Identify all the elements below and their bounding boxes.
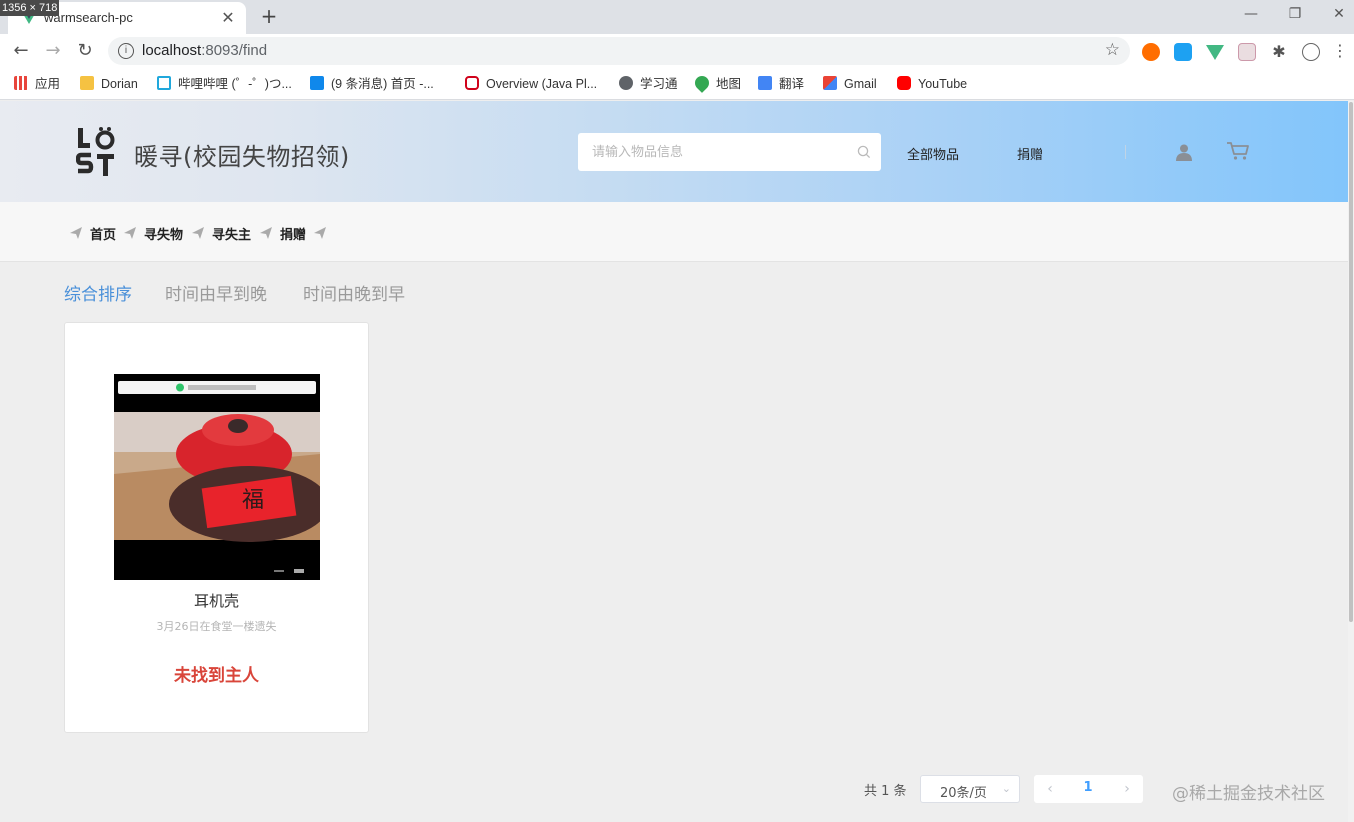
extension-screenshot-icon[interactable] (1238, 43, 1256, 61)
bookmark-zhihu[interactable]: (9 条消息) 首页 -... (310, 75, 434, 93)
youtube-icon (897, 76, 911, 90)
folder-icon (80, 76, 94, 90)
extension-hex-icon[interactable] (1174, 43, 1192, 61)
bookmark-maps[interactable]: 地图 (692, 73, 741, 93)
bookmark-star-icon[interactable]: ☆ (1105, 40, 1120, 60)
search-input[interactable] (578, 133, 848, 171)
reload-icon[interactable]: ↻ (72, 38, 98, 64)
breadcrumb-donate[interactable]: 捐赠 (280, 224, 306, 243)
cart-icon[interactable] (1226, 141, 1250, 161)
breadcrumb-find-lost[interactable]: 寻失物 (144, 224, 183, 243)
page-size-select[interactable]: 20条/页 ⌄ (920, 775, 1020, 803)
breadcrumb: 首页 寻失物 寻失主 捐赠 (0, 202, 1348, 262)
bookmark-bilibili[interactable]: 哔哩哔哩 (゜-゜)つ... (157, 75, 292, 93)
sort-time-desc[interactable]: 时间由晚到早 (303, 280, 405, 305)
maps-pin-icon (692, 73, 712, 93)
bookmark-xuexitong[interactable]: 学习通 (619, 75, 678, 93)
paper-plane-icon (314, 227, 326, 239)
scrollbar-thumb[interactable] (1349, 102, 1353, 622)
chevron-down-icon: ⌄ (1001, 782, 1011, 795)
zhihu-icon (310, 76, 324, 90)
nav-donate[interactable]: 捐赠 (1017, 144, 1043, 163)
bookmark-translate[interactable]: 翻译 (758, 75, 804, 93)
paper-plane-icon (192, 227, 204, 239)
gmail-icon (823, 76, 837, 90)
bookmark-apps[interactable]: 应用 (14, 75, 60, 93)
extensions-puzzle-icon[interactable]: ✱ (1270, 43, 1288, 61)
page-number-current[interactable]: 1 (1078, 780, 1098, 795)
site-header: 暖寻(校园失物招领) 全部物品 捐赠 (0, 101, 1348, 202)
oracle-icon (465, 76, 479, 90)
sort-time-asc[interactable]: 时间由早到晚 (165, 280, 267, 305)
browser-tabstrip: warmsearch-pc ✕ + — ❐ ✕ (0, 0, 1354, 34)
minimize-button[interactable]: — (1228, 4, 1274, 24)
bookmark-youtube[interactable]: YouTube (897, 75, 967, 93)
bookmark-dorian[interactable]: Dorian (80, 75, 138, 93)
translate-icon (758, 76, 772, 90)
watermark: @稀土掘金技术社区 (1172, 784, 1325, 804)
extension-infinity-icon[interactable] (1142, 43, 1160, 61)
paper-plane-icon (124, 227, 136, 239)
nav-all-items[interactable]: 全部物品 (907, 144, 959, 163)
bookmark-java-overview[interactable]: Overview (Java Pl... (465, 75, 597, 93)
new-tab-button[interactable]: + (256, 4, 282, 30)
breadcrumb-home[interactable]: 首页 (90, 224, 116, 243)
pagination-pager: ‹ 1 › (1034, 775, 1143, 803)
forward-icon[interactable]: → (40, 38, 66, 64)
site-title[interactable]: 暖寻(校园失物招领) (134, 137, 350, 172)
browser-toolbar: ← → ↻ i localhost:8093/find ☆ ✱ ⋮ (0, 34, 1354, 68)
apps-grid-icon (14, 76, 28, 90)
item-photo[interactable]: 福 (114, 374, 320, 580)
search-icon[interactable] (857, 145, 871, 159)
bookmark-gmail[interactable]: Gmail (823, 75, 877, 93)
paper-plane-icon (260, 227, 272, 239)
lost-logo[interactable] (76, 126, 116, 178)
page-size-value: 20条/页 (940, 786, 987, 801)
globe-icon (619, 76, 633, 90)
restore-button[interactable]: ❐ (1272, 4, 1318, 24)
item-description: 3月26日在食堂一楼遗失 (156, 620, 277, 633)
tab-close-icon[interactable]: ✕ (218, 8, 238, 28)
back-icon[interactable]: ← (8, 38, 34, 64)
bilibili-icon (157, 76, 171, 90)
breadcrumb-find-owner[interactable]: 寻失主 (212, 224, 251, 243)
site-info-icon[interactable]: i (118, 43, 134, 59)
header-divider (1125, 145, 1126, 159)
sort-comprehensive[interactable]: 综合排序 (64, 280, 132, 305)
profile-avatar-icon[interactable] (1302, 43, 1320, 61)
item-card[interactable]: 福 耳机壳 3月26日在食堂一楼遗失 未找到主人 (64, 322, 369, 733)
close-window-button[interactable]: ✕ (1316, 4, 1354, 24)
address-bar[interactable]: i localhost:8093/find ☆ (108, 37, 1130, 65)
user-icon[interactable] (1175, 143, 1193, 161)
svg-text:福: 福 (242, 488, 264, 513)
pagination-total: 共 1 条 (864, 784, 907, 799)
item-status: 未找到主人 (174, 666, 259, 686)
browser-menu-icon[interactable]: ⋮ (1332, 40, 1348, 62)
prev-page-icon[interactable]: ‹ (1040, 779, 1060, 799)
bookmarks-bar: 应用 Dorian 哔哩哔哩 (゜-゜)つ... (9 条消息) 首页 -...… (0, 68, 1354, 100)
search-box (578, 133, 881, 171)
extension-vue-devtools-icon[interactable] (1206, 45, 1224, 60)
paper-plane-icon (70, 227, 82, 239)
dimensions-label: 1356 × 718 (0, 0, 60, 16)
item-name[interactable]: 耳机壳 (65, 590, 368, 611)
next-page-icon[interactable]: › (1117, 779, 1137, 799)
url-text[interactable]: localhost:8093/find (142, 42, 267, 59)
